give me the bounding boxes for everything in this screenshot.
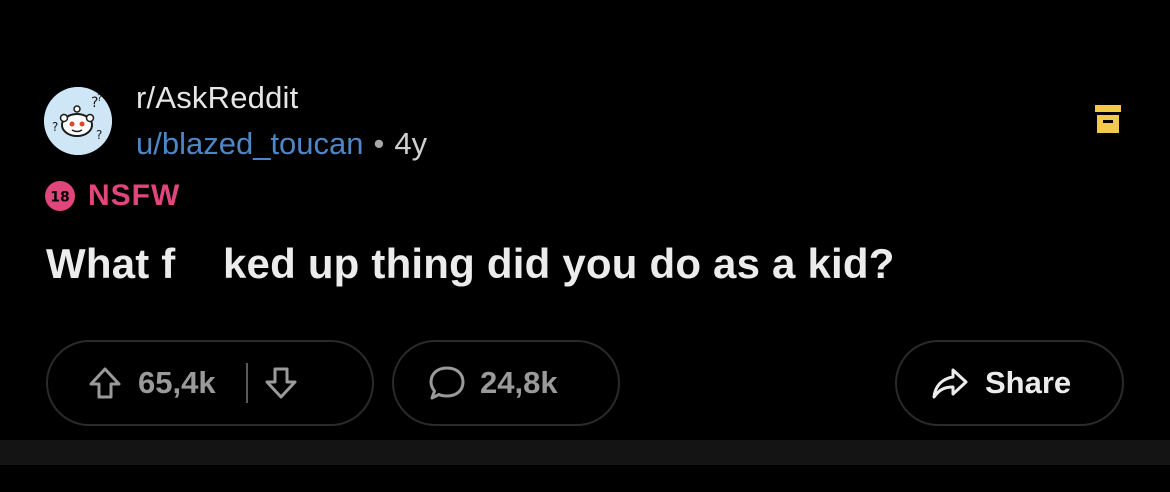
nsfw-label: NSFW bbox=[88, 179, 181, 212]
archive-icon[interactable] bbox=[1093, 103, 1123, 135]
nsfw-18-badge-icon: 18 bbox=[45, 181, 75, 211]
arrow-up-icon[interactable] bbox=[86, 364, 124, 402]
share-label: Share bbox=[985, 365, 1072, 400]
arrow-down-icon[interactable] bbox=[262, 364, 300, 402]
share-arrow-icon bbox=[932, 368, 968, 399]
post-card: ? ? ? ? r/AskReddit u/blazed_toucan • 4y 1… bbox=[0, 0, 1170, 440]
svg-text:?: ? bbox=[96, 128, 102, 142]
author-username[interactable]: u/blazed_toucan bbox=[136, 126, 364, 161]
post-age: 4y bbox=[394, 126, 428, 161]
upvote-count: 65,4k bbox=[138, 365, 216, 400]
nsfw-tag: 18 NSFW bbox=[44, 178, 180, 214]
share-button[interactable]: Share bbox=[895, 340, 1124, 426]
comment-count: 24,8k bbox=[480, 365, 558, 400]
vote-divider bbox=[245, 363, 248, 403]
comments-button[interactable]: 24,8k bbox=[392, 340, 620, 426]
svg-text:?: ? bbox=[97, 93, 102, 104]
meta-separator: • bbox=[373, 126, 385, 161]
post-meta: u/blazed_toucan • 4y bbox=[136, 126, 427, 162]
subreddit-name[interactable]: r/AskReddit bbox=[136, 80, 298, 116]
subreddit-avatar-icon[interactable]: ? ? ? ? bbox=[44, 87, 112, 155]
post-title[interactable]: What f ked up thing did you do as a kid? bbox=[46, 240, 895, 288]
feed-background bbox=[0, 465, 1170, 492]
vote-bar: 65,4k bbox=[46, 340, 374, 426]
post-divider bbox=[0, 440, 1170, 465]
speech-bubble-icon bbox=[429, 366, 465, 400]
svg-text:?: ? bbox=[52, 120, 58, 134]
nsfw-badge-text: 18 bbox=[50, 190, 69, 206]
